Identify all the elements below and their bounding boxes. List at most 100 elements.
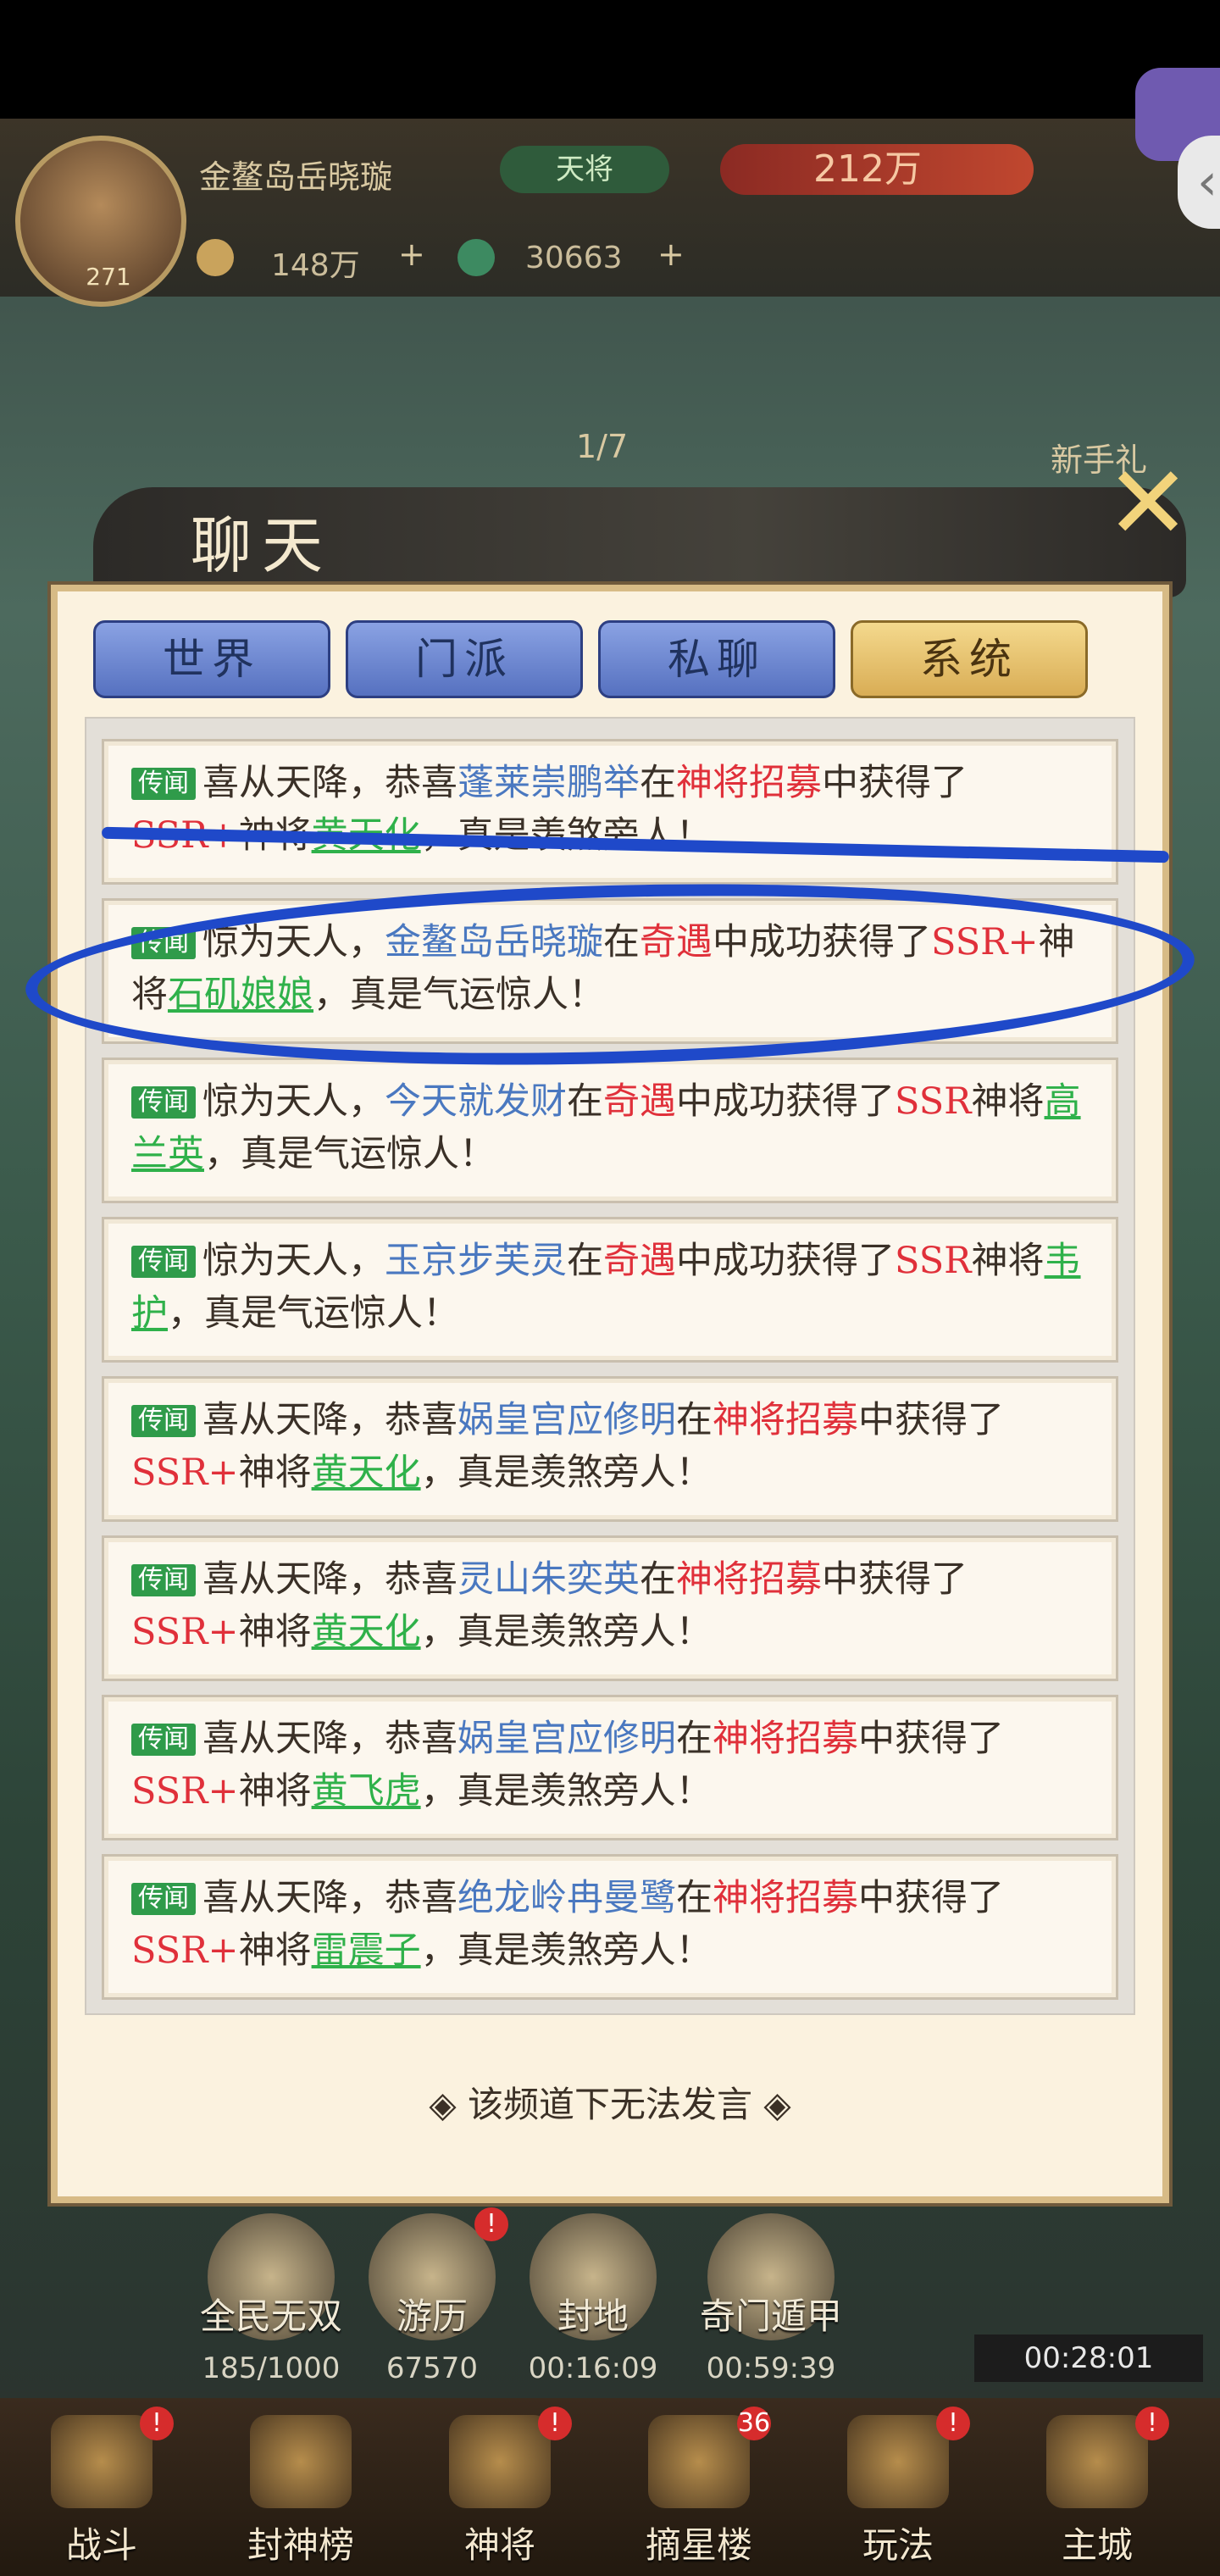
message-text-part: 神将 — [238, 1770, 312, 1813]
message-text: 传闻 喜从天降，恭喜娲皇宫应修明在神将招募中获得了 SSR+神将黄飞虎，真是羡煞旁人… — [131, 1713, 1097, 1818]
message-text-part: 中获得了 — [822, 1558, 968, 1601]
nav-item[interactable]: 战斗! — [21, 2407, 182, 2568]
rarity-label: SSR+ — [131, 1611, 239, 1653]
nav-icon — [449, 2415, 551, 2508]
message-text-part: ，真是羡煞旁人！ — [420, 1929, 713, 1972]
nav-icon — [1046, 2415, 1148, 2508]
player-link[interactable]: 绝龙岭冉曼鹭 — [458, 1877, 676, 1919]
message-tag: 传闻 — [131, 1724, 196, 1756]
message-card: 传闻 喜从天降，恭喜娲皇宫应修明在神将招募中获得了 SSR+神将黄天化，真是羡煞旁人… — [102, 1376, 1118, 1522]
message-text-part: 喜从天降，恭喜 — [202, 1399, 458, 1441]
message-text-part: ，真是气运惊人！ — [168, 1292, 459, 1335]
message-text-part: 中成功获得了 — [676, 1080, 895, 1123]
tab-private[interactable]: 私聊 — [598, 620, 835, 698]
nav-badge: 36 — [737, 2407, 771, 2440]
stage-progress: 1/7 — [576, 428, 629, 465]
feature-label[interactable]: 全民无双 — [178, 2288, 364, 2340]
event-name: 奇遇 — [603, 1080, 676, 1123]
player-link[interactable]: 娲皇宫应修明 — [458, 1399, 676, 1441]
message-card: 传闻 惊为天人，玉京步芙灵在奇遇中成功获得了SSR神将韦护，真是气运惊人！ — [102, 1217, 1118, 1363]
feature-label[interactable]: 封地 — [500, 2288, 686, 2340]
message-text-part: ，真是气运惊人！ — [204, 1133, 496, 1175]
message-text-part: 在 — [676, 1399, 713, 1441]
message-text-part: ，真是羡煞旁人！ — [420, 1770, 713, 1813]
nav-item[interactable]: 神将! — [419, 2407, 580, 2568]
player-link[interactable]: 娲皇宫应修明 — [458, 1718, 676, 1760]
player-link[interactable]: 蓬莱崇鹏举 — [458, 762, 640, 804]
message-text-part: 神将 — [238, 1929, 312, 1972]
message-text-part: ，真是羡煞旁人！ — [420, 1452, 713, 1494]
rarity-label: SSR — [895, 1080, 972, 1123]
message-text-part: 在 — [640, 762, 676, 804]
message-tag: 传闻 — [131, 768, 196, 800]
message-text: 传闻 惊为天人，今天就发财在奇遇中成功获得了SSR神将高兰英，真是气运惊人！ — [131, 1075, 1097, 1180]
nav-item[interactable]: 摘星楼 36 — [618, 2407, 779, 2568]
nav-badge: ! — [538, 2407, 572, 2440]
tab-world[interactable]: 世界 — [93, 620, 330, 698]
rarity-label: SSR+ — [131, 1929, 239, 1972]
message-text-part: 神将 — [238, 1611, 312, 1653]
message-text-part: 惊为天人， — [202, 1240, 385, 1282]
player-link[interactable]: 灵山朱奕英 — [458, 1558, 640, 1601]
nav-item[interactable]: 封神榜 — [220, 2415, 381, 2568]
message-text-part: 在 — [676, 1877, 713, 1919]
message-text-part: 喜从天降，恭喜 — [202, 1558, 458, 1601]
add-gems-button[interactable]: + — [657, 236, 685, 273]
hero-link[interactable]: 黄飞虎 — [312, 1770, 421, 1813]
message-text-part: 喜从天降，恭喜 — [202, 1877, 458, 1919]
message-card: 传闻喜从天降，恭喜蓬莱崇鹏举在神将招募中获得了SSR+神将黄天化，真是羡煞旁人！ — [102, 739, 1118, 885]
message-text-part: 神将 — [238, 1452, 312, 1494]
player-link[interactable]: 玉京步芙灵 — [385, 1240, 567, 1282]
player-name: 金鳌岛岳晓璇 — [199, 158, 393, 196]
hero-link[interactable]: 黄天化 — [312, 1611, 421, 1653]
nav-icon — [648, 2415, 750, 2508]
feature-label[interactable]: 游历 — [339, 2288, 525, 2340]
message-card: 传闻 惊为天人，今天就发财在奇遇中成功获得了SSR神将高兰英，真是气运惊人！ — [102, 1058, 1118, 1203]
message-card: 传闻 喜从天降，恭喜灵山朱奕英在神将招募中获得了 SSR+神将黄天化，真是羡煞旁人！ — [102, 1535, 1118, 1681]
event-name: 神将招募 — [713, 1399, 858, 1441]
message-text-part: 中获得了 — [858, 1877, 1004, 1919]
message-text-part: 喜从天降，恭喜 — [202, 1718, 458, 1760]
message-text-part: 在 — [640, 1558, 676, 1601]
tab-sect[interactable]: 门派 — [346, 620, 583, 698]
message-text: 传闻 惊为天人，玉京步芙灵在奇遇中成功获得了SSR神将韦护，真是气运惊人！ — [131, 1235, 1097, 1340]
feature-label[interactable]: 奇门遁甲 — [678, 2288, 864, 2340]
coin-icon — [197, 239, 234, 276]
add-coins-button[interactable]: + — [398, 236, 425, 273]
message-text: 传闻 喜从天降，恭喜灵山朱奕英在神将招募中获得了 SSR+神将黄天化，真是羡煞旁人！ — [131, 1553, 1097, 1658]
message-tag: 传闻 — [131, 1564, 196, 1596]
message-tag: 传闻 — [131, 1883, 196, 1915]
nav-badge: ! — [936, 2407, 970, 2440]
message-card: 传闻 喜从天降，恭喜娲皇宫应修明在神将招募中获得了 SSR+神将黄飞虎，真是羡煞旁人… — [102, 1695, 1118, 1840]
close-icon[interactable]: ✕ — [1101, 453, 1195, 555]
nav-icon — [847, 2415, 949, 2508]
message-tag: 传闻 — [131, 1246, 196, 1278]
diamond-left-icon: ◈ — [429, 2084, 468, 2125]
nav-label: 战斗 — [65, 2524, 137, 2566]
player-link[interactable]: 今天就发财 — [385, 1080, 567, 1123]
alert-badge: ! — [474, 2207, 508, 2241]
message-text-part: 喜从天降，恭喜 — [202, 762, 458, 804]
nav-badge: ! — [1135, 2407, 1169, 2440]
tab-system[interactable]: 系统 — [851, 620, 1088, 698]
nav-item[interactable]: 主城! — [1017, 2407, 1178, 2568]
event-name: 神将招募 — [713, 1718, 858, 1760]
power-value: 212万 — [813, 147, 922, 191]
message-card: 传闻 喜从天降，恭喜绝龙岭冉曼鹭在神将招募中获得了 SSR+神将雷震子，真是羡煞旁人… — [102, 1854, 1118, 2000]
rarity-label: SSR+ — [131, 1452, 239, 1494]
diamond-right-icon: ◈ — [752, 2084, 791, 2125]
hero-link[interactable]: 雷震子 — [312, 1929, 421, 1972]
message-text-part: 中获得了 — [858, 1399, 1004, 1441]
nav-item[interactable]: 玩法! — [818, 2407, 979, 2568]
collapse-arrow-icon[interactable]: ‹ — [1178, 136, 1220, 229]
nav-label: 主城 — [1061, 2524, 1133, 2566]
event-name: 神将招募 — [676, 1558, 822, 1601]
nav-badge: ! — [140, 2407, 174, 2440]
feature-value: 00:59:39 — [706, 2351, 836, 2385]
nav-label: 摘星楼 — [645, 2524, 752, 2566]
feature-value: 00:16:09 — [528, 2351, 658, 2385]
dialog-title: 聊天 — [191, 510, 334, 581]
message-text-part: 神将 — [971, 1240, 1045, 1282]
chest-timer: 00:28:01 — [974, 2334, 1203, 2382]
hero-link[interactable]: 黄天化 — [312, 1452, 421, 1494]
